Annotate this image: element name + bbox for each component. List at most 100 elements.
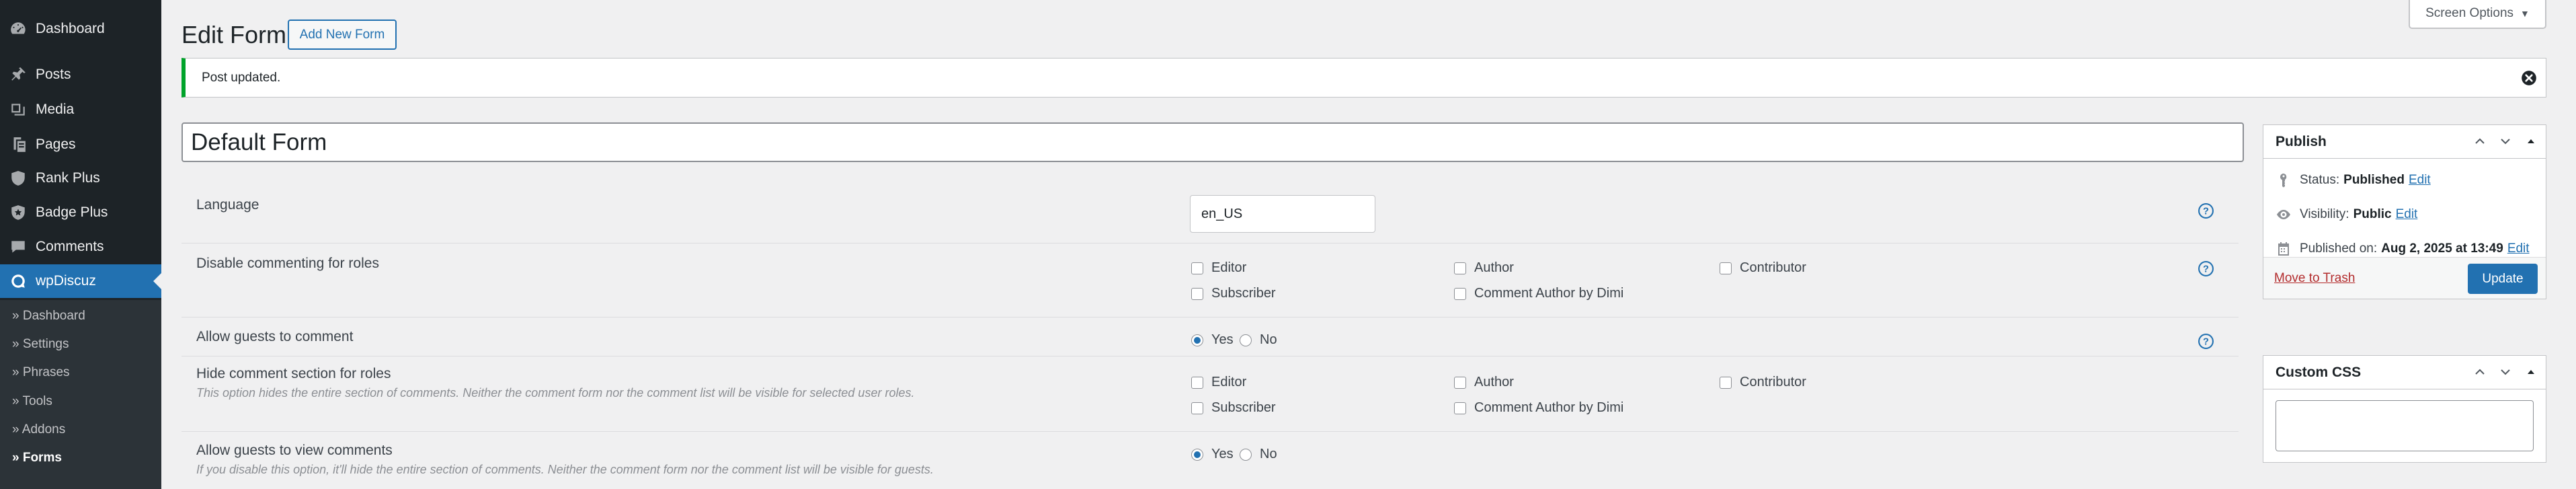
chevron-down-icon[interactable] bbox=[2497, 133, 2513, 149]
submenu-item-phrases[interactable]: » Phrases bbox=[12, 365, 70, 380]
page-title: Edit Form bbox=[182, 21, 287, 48]
shield-icon bbox=[6, 166, 30, 190]
sidebar-item-media[interactable]: Media bbox=[0, 93, 161, 126]
caret-down-icon: ▼ bbox=[2520, 7, 2530, 19]
svg-text:?: ? bbox=[2203, 264, 2209, 275]
custom-css-metabox: Custom CSS bbox=[2263, 355, 2546, 463]
edit-status-link[interactable]: Edit bbox=[2409, 173, 2431, 188]
eye-icon bbox=[2277, 210, 2290, 219]
chevron-up-icon[interactable] bbox=[2472, 133, 2488, 149]
published-value: Aug 2, 2025 at 13:49 bbox=[2381, 241, 2503, 256]
setting-description: If you disable this option, it'll hide t… bbox=[196, 463, 934, 476]
help-icon[interactable]: ? bbox=[2198, 202, 2214, 219]
custom-css-textarea[interactable] bbox=[2276, 400, 2534, 451]
publish-date: Published on: Aug 2, 2025 at 13:49 Edit bbox=[2276, 241, 2530, 257]
checkbox-comment-author[interactable]: Comment Author by Dimi bbox=[1454, 400, 1623, 416]
checkbox-contributor[interactable]: Contributor bbox=[1720, 375, 1806, 390]
media-icon bbox=[6, 98, 30, 122]
checkbox-box[interactable] bbox=[1454, 376, 1466, 389]
radio-guest-comment-yes[interactable]: Yes bbox=[1191, 332, 1234, 348]
sidebar-item-label: Pages bbox=[36, 137, 76, 152]
publish-visibility: Visibility: Public Edit bbox=[2276, 206, 2417, 223]
collapse-triangle-icon[interactable] bbox=[2523, 364, 2539, 380]
pages-icon bbox=[6, 133, 30, 157]
form-title-input[interactable]: Default Form bbox=[182, 122, 2244, 162]
screen-options-button[interactable]: Screen Options ▼ bbox=[2409, 0, 2546, 29]
radio-label: Yes bbox=[1211, 447, 1234, 461]
setting-label: Allow guests to comment bbox=[196, 329, 354, 344]
sidebar-item-rank-plus[interactable]: Rank Plus bbox=[0, 161, 161, 195]
radio-guest-view-no[interactable]: No bbox=[1240, 447, 1277, 462]
checkbox-author[interactable]: Author bbox=[1454, 260, 1514, 276]
checkbox-box[interactable] bbox=[1191, 287, 1203, 300]
status-value: Published bbox=[2343, 173, 2405, 187]
checkbox-label: Comment Author by Dimi bbox=[1474, 286, 1624, 301]
setting-row-disable-commenting: Disable commenting for roles Editor Auth… bbox=[182, 243, 2239, 317]
submenu-item-tools[interactable]: » Tools bbox=[12, 394, 52, 409]
collapse-triangle-icon[interactable] bbox=[2523, 133, 2539, 149]
language-input[interactable]: en_US bbox=[1190, 195, 1375, 233]
sidebar-item-wpdiscuz[interactable]: wpDiscuz bbox=[0, 264, 161, 298]
wpdiscuz-submenu: » Dashboard » Settings » Phrases » Tools… bbox=[0, 300, 161, 489]
checkbox-box[interactable] bbox=[1191, 262, 1203, 274]
sidebar-item-badge-plus[interactable]: Badge Plus bbox=[0, 196, 161, 229]
published-label: Published on: bbox=[2300, 241, 2378, 256]
success-notice: Post updated. bbox=[182, 58, 2546, 98]
custom-css-metabox-header[interactable]: Custom CSS bbox=[2263, 356, 2546, 389]
radio-button[interactable] bbox=[1240, 334, 1252, 346]
checkbox-label: Comment Author by Dimi bbox=[1474, 400, 1624, 415]
calendar-icon bbox=[2278, 242, 2289, 256]
radio-button[interactable] bbox=[1191, 448, 1203, 461]
radio-button[interactable] bbox=[1240, 448, 1252, 461]
checkbox-comment-author[interactable]: Comment Author by Dimi bbox=[1454, 286, 1623, 301]
checkbox-box[interactable] bbox=[1191, 376, 1203, 389]
checkbox-contributor[interactable]: Contributor bbox=[1720, 260, 1806, 276]
sidebar-item-posts[interactable]: Posts bbox=[0, 58, 161, 91]
publish-metabox-header[interactable]: Publish bbox=[2263, 125, 2546, 159]
submenu-item-settings[interactable]: » Settings bbox=[12, 337, 69, 352]
checkbox-box[interactable] bbox=[1720, 376, 1732, 389]
sidebar-item-label: wpDiscuz bbox=[36, 273, 96, 289]
sidebar-item-label: Media bbox=[36, 102, 75, 117]
form-settings-panel: Language en_US ? Disable commenting for … bbox=[182, 176, 2239, 489]
radio-label: No bbox=[1260, 447, 1277, 461]
notice-text: Post updated. bbox=[202, 70, 281, 85]
admin-sidebar: Dashboard Posts Media Pages Rank Plus Ba… bbox=[0, 0, 161, 489]
key-icon bbox=[2280, 173, 2287, 188]
checkbox-box[interactable] bbox=[1454, 287, 1466, 300]
edit-visibility-link[interactable]: Edit bbox=[2396, 207, 2418, 222]
submenu-item-dashboard[interactable]: » Dashboard bbox=[12, 309, 85, 324]
discuz-icon bbox=[6, 269, 30, 293]
checkbox-box[interactable] bbox=[1720, 262, 1732, 274]
help-icon[interactable]: ? bbox=[2198, 260, 2214, 277]
setting-row-language: Language en_US ? bbox=[182, 176, 2239, 243]
checkbox-subscriber[interactable]: Subscriber bbox=[1191, 400, 1276, 416]
sidebar-item-comments[interactable]: Comments bbox=[0, 230, 161, 264]
edit-date-link[interactable]: Edit bbox=[2507, 241, 2530, 256]
submenu-item-forms[interactable]: » Forms bbox=[12, 451, 62, 465]
radio-guest-comment-no[interactable]: No bbox=[1240, 332, 1277, 348]
checkbox-editor[interactable]: Editor bbox=[1191, 260, 1246, 276]
chevron-down-icon[interactable] bbox=[2497, 364, 2513, 380]
checkbox-box[interactable] bbox=[1191, 402, 1203, 414]
checkbox-box[interactable] bbox=[1454, 262, 1466, 274]
visibility-value: Public bbox=[2353, 207, 2392, 221]
sidebar-item-label: Comments bbox=[36, 239, 104, 254]
move-to-trash-link[interactable]: Move to Trash bbox=[2274, 271, 2355, 286]
dismiss-icon[interactable] bbox=[2520, 69, 2538, 87]
setting-label: Language bbox=[196, 197, 259, 213]
chevron-up-icon[interactable] bbox=[2472, 364, 2488, 380]
sidebar-item-dashboard[interactable]: Dashboard bbox=[0, 12, 161, 46]
help-icon[interactable]: ? bbox=[2198, 333, 2214, 350]
radio-label: No bbox=[1260, 332, 1277, 347]
checkbox-subscriber[interactable]: Subscriber bbox=[1191, 286, 1276, 301]
checkbox-box[interactable] bbox=[1454, 402, 1466, 414]
radio-guest-view-yes[interactable]: Yes bbox=[1191, 447, 1234, 462]
update-button[interactable]: Update bbox=[2468, 264, 2538, 294]
add-new-form-button[interactable]: Add New Form bbox=[288, 20, 397, 50]
radio-button[interactable] bbox=[1191, 334, 1203, 346]
submenu-item-addons[interactable]: » Addons bbox=[12, 422, 65, 437]
sidebar-item-pages[interactable]: Pages bbox=[0, 128, 161, 161]
checkbox-author[interactable]: Author bbox=[1454, 375, 1514, 390]
checkbox-editor[interactable]: Editor bbox=[1191, 375, 1246, 390]
